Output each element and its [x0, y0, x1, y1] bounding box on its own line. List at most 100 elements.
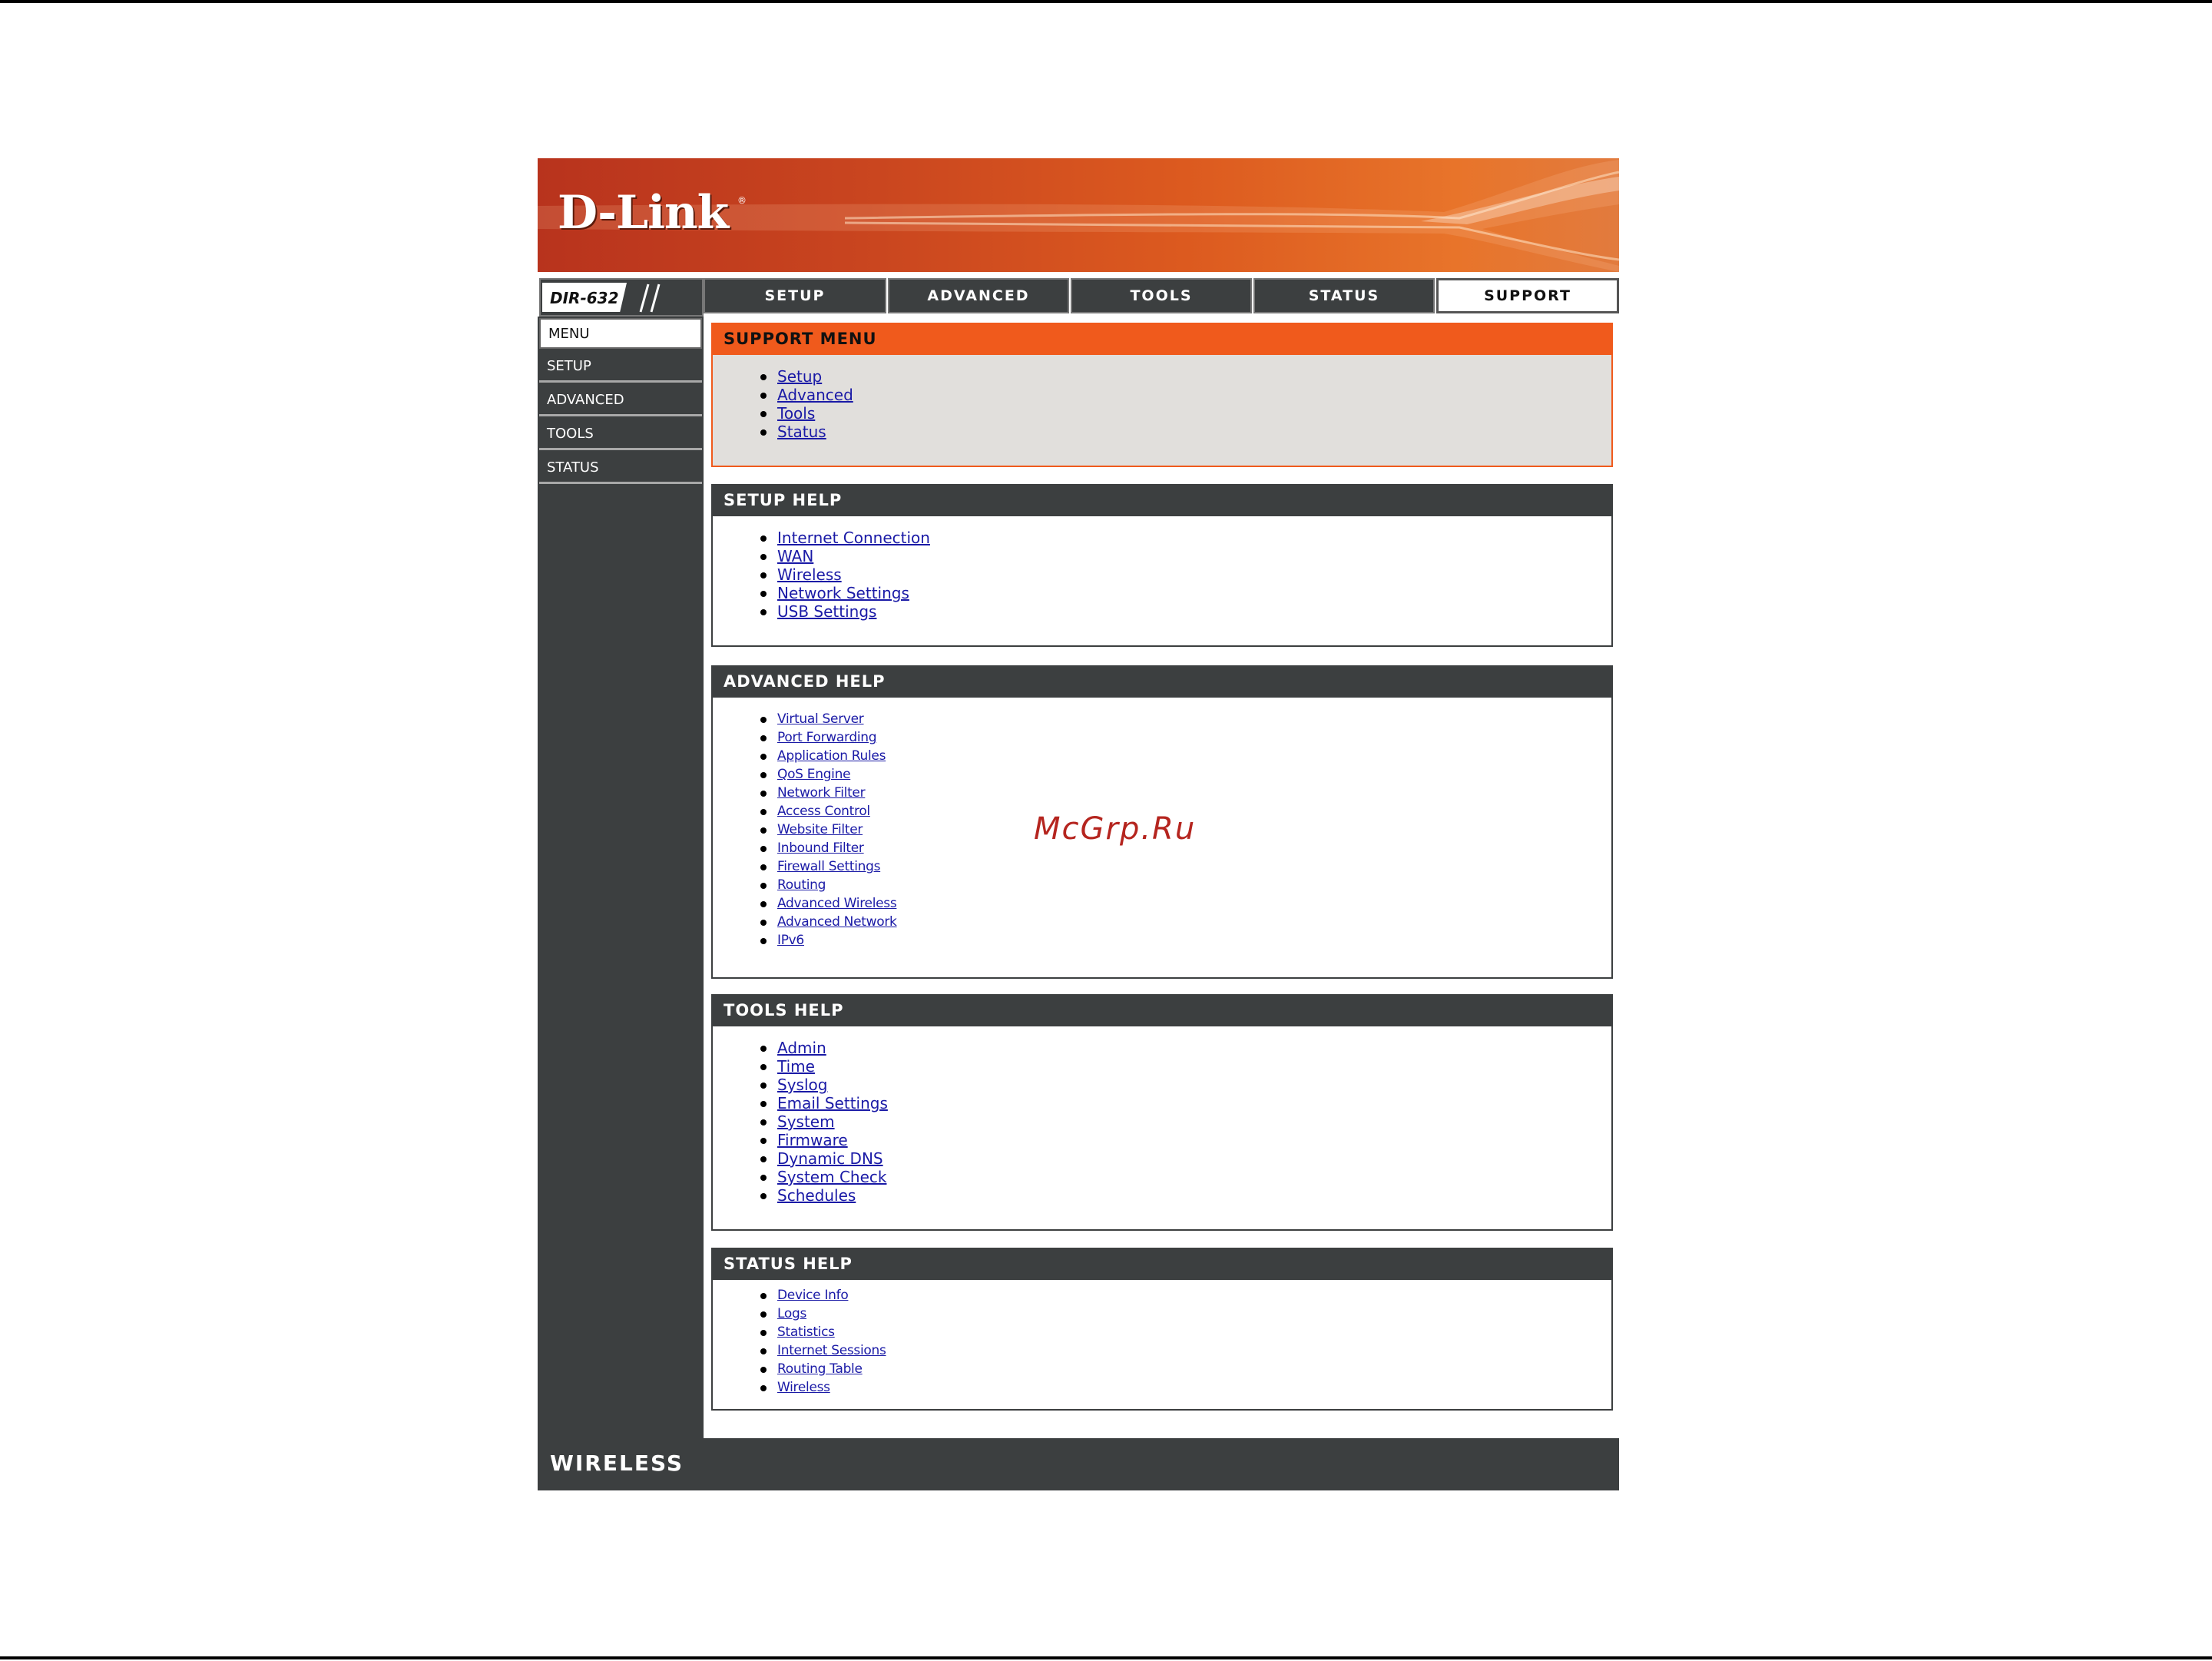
list-item: Access Control [713, 802, 897, 821]
list-item: Application Rules [713, 747, 897, 765]
watermark-text: McGrp.Ru [1034, 811, 1197, 847]
list-item: Internet Sessions [713, 1341, 886, 1360]
link-inbound-filter[interactable]: Inbound Filter [777, 840, 864, 856]
link-ipv6[interactable]: IPv6 [777, 933, 804, 948]
link-schedules[interactable]: Schedules [777, 1186, 856, 1205]
link-wan[interactable]: WAN [777, 547, 813, 565]
link-statistics[interactable]: Statistics [777, 1324, 835, 1340]
link-advanced-network[interactable]: Advanced Network [777, 914, 897, 930]
link-logs[interactable]: Logs [777, 1306, 806, 1321]
list-item: Dynamic DNS [713, 1149, 888, 1168]
list-item: Advanced [713, 386, 853, 404]
link-admin[interactable]: Admin [777, 1039, 826, 1057]
list-item: Wireless [713, 565, 930, 584]
status-help-title: STATUS HELP [711, 1248, 1613, 1280]
link-internet-sessions[interactable]: Internet Sessions [777, 1343, 886, 1358]
dlink-logo: D-Link [558, 186, 729, 240]
tab-support[interactable]: SUPPORT [1436, 278, 1619, 313]
footer-bar: WIRELESS [538, 1438, 1619, 1490]
list-item: System Check [713, 1168, 888, 1186]
list-item: System [713, 1112, 888, 1131]
tools-help-panel: TOOLS HELP Admin Time Syslog Email Setti… [711, 994, 1613, 1231]
link-advanced[interactable]: Advanced [777, 386, 853, 404]
tools-help-list: Admin Time Syslog Email Settings System … [713, 1039, 888, 1205]
link-network-settings[interactable]: Network Settings [777, 584, 909, 602]
link-usb-settings[interactable]: USB Settings [777, 602, 876, 621]
sidebar-item-status[interactable]: STATUS [539, 453, 702, 484]
list-item: Time [713, 1057, 888, 1076]
support-menu-list: Setup Advanced Tools Status [713, 367, 853, 441]
link-firewall-settings[interactable]: Firewall Settings [777, 859, 880, 874]
list-item: Schedules [713, 1186, 888, 1205]
link-email-settings[interactable]: Email Settings [777, 1094, 888, 1112]
list-item: Email Settings [713, 1094, 888, 1112]
list-item: Network Settings [713, 584, 930, 602]
list-item: QoS Engine [713, 765, 897, 784]
tab-advanced[interactable]: ADVANCED [888, 278, 1069, 313]
list-item: Tools [713, 404, 853, 423]
link-routing[interactable]: Routing [777, 877, 826, 893]
tools-help-title: TOOLS HELP [711, 994, 1613, 1026]
sidebar-item-advanced[interactable]: ADVANCED [539, 386, 702, 416]
list-item: Internet Connection [713, 529, 930, 547]
link-port-forwarding[interactable]: Port Forwarding [777, 730, 877, 745]
list-item: Advanced Wireless [713, 894, 897, 913]
link-device-info[interactable]: Device Info [777, 1288, 849, 1303]
link-tools[interactable]: Tools [777, 404, 815, 423]
list-item: Virtual Server [713, 710, 897, 728]
sidebar-item-menu[interactable]: MENU [539, 318, 702, 349]
list-item: Inbound Filter [713, 839, 897, 857]
list-item: Port Forwarding [713, 728, 897, 747]
list-item: Website Filter [713, 821, 897, 839]
link-internet-connection[interactable]: Internet Connection [777, 529, 930, 547]
link-status[interactable]: Status [777, 423, 826, 441]
registered-mark: ® [737, 195, 747, 206]
list-item: Wireless [713, 1378, 886, 1397]
link-status-wireless[interactable]: Wireless [777, 1380, 830, 1395]
link-access-control[interactable]: Access Control [777, 804, 870, 819]
advanced-help-title: ADVANCED HELP [711, 665, 1613, 698]
tab-tools[interactable]: TOOLS [1071, 278, 1252, 313]
list-item: Statistics [713, 1323, 886, 1341]
tab-status[interactable]: STATUS [1253, 278, 1435, 313]
link-website-filter[interactable]: Website Filter [777, 822, 863, 837]
list-item: Firmware [713, 1131, 888, 1149]
advanced-help-list: Virtual Server Port Forwarding Applicati… [713, 710, 897, 950]
list-item: Routing Table [713, 1360, 886, 1378]
list-item: Status [713, 423, 853, 441]
sidebar-item-tools[interactable]: TOOLS [539, 419, 702, 450]
model-badge: DIR-632 [539, 278, 704, 317]
link-routing-table[interactable]: Routing Table [777, 1361, 863, 1377]
link-time[interactable]: Time [777, 1057, 815, 1076]
tab-setup[interactable]: SETUP [704, 278, 886, 313]
list-item: Logs [713, 1305, 886, 1323]
setup-help-list: Internet Connection WAN Wireless Network… [713, 529, 930, 621]
list-item: WAN [713, 547, 930, 565]
bottom-rule [0, 1656, 2212, 1659]
link-dynamic-dns[interactable]: Dynamic DNS [777, 1149, 883, 1168]
link-system[interactable]: System [777, 1112, 835, 1131]
link-wireless[interactable]: Wireless [777, 565, 842, 584]
list-item: Firewall Settings [713, 857, 897, 876]
setup-help-panel: SETUP HELP Internet Connection WAN Wirel… [711, 484, 1613, 647]
link-network-filter[interactable]: Network Filter [777, 785, 866, 801]
link-advanced-wireless[interactable]: Advanced Wireless [777, 896, 897, 911]
link-application-rules[interactable]: Application Rules [777, 748, 886, 764]
link-syslog[interactable]: Syslog [777, 1076, 827, 1094]
support-menu-title: SUPPORT MENU [711, 323, 1613, 355]
footer-wireless-label: WIRELESS [550, 1450, 684, 1476]
link-firmware[interactable]: Firmware [777, 1131, 848, 1149]
link-system-check[interactable]: System Check [777, 1168, 886, 1186]
status-help-panel: STATUS HELP Device Info Logs Statistics … [711, 1248, 1613, 1411]
support-menu-panel: SUPPORT MENU Setup Advanced Tools Status [711, 323, 1613, 467]
setup-help-title: SETUP HELP [711, 484, 1613, 516]
link-virtual-server[interactable]: Virtual Server [777, 711, 864, 727]
list-item: Network Filter [713, 784, 897, 802]
sidebar-item-setup[interactable]: SETUP [539, 352, 702, 383]
status-help-list: Device Info Logs Statistics Internet Ses… [713, 1286, 886, 1397]
link-qos-engine[interactable]: QoS Engine [777, 767, 851, 782]
top-nav: DIR-632 SETUP ADVANCED TOOLS STATUS SUPP… [538, 277, 1619, 317]
list-item: Syslog [713, 1076, 888, 1094]
list-item: Setup [713, 367, 853, 386]
link-setup[interactable]: Setup [777, 367, 822, 386]
